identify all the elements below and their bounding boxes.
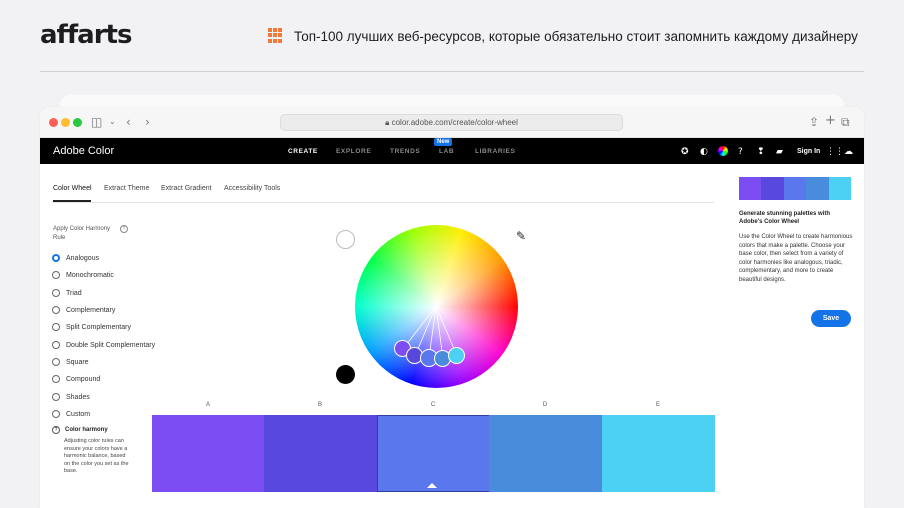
chat-icon[interactable]: ▰ bbox=[776, 147, 783, 157]
tabs-overview-icon[interactable]: ⧉ bbox=[841, 115, 850, 130]
panel-title: Generate stunning palettes with Adobe's … bbox=[739, 211, 831, 225]
feedback-icon[interactable]: ❢ bbox=[757, 147, 765, 157]
harmony-rule-title: Apply Color Harmony Rule bbox=[53, 226, 111, 241]
radio-icon[interactable] bbox=[52, 341, 60, 349]
swatch-label-d: D bbox=[542, 402, 548, 408]
nav-create[interactable]: CREATE bbox=[288, 148, 318, 155]
harmony-option-monochromatic[interactable]: Monochromatic bbox=[52, 269, 114, 281]
question-icon: ? bbox=[52, 426, 60, 434]
brightness-light-handle[interactable] bbox=[336, 230, 355, 249]
harmony-option-custom[interactable]: Custom bbox=[52, 408, 90, 420]
new-badge: New bbox=[434, 138, 453, 146]
share-icon[interactable]: ⇪ bbox=[809, 115, 819, 129]
harmony-option-shades[interactable]: Shades bbox=[52, 391, 90, 403]
chevron-down-icon[interactable]: ⌄ bbox=[109, 117, 116, 126]
harmony-option-compound[interactable]: Compound bbox=[52, 373, 100, 385]
save-button[interactable]: Save bbox=[811, 310, 851, 327]
swatch-c[interactable] bbox=[377, 415, 490, 492]
radio-icon[interactable] bbox=[52, 358, 60, 366]
radio-icon[interactable] bbox=[52, 271, 60, 279]
article-headline: Топ-100 лучших веб-ресурсов, которые обя… bbox=[294, 29, 858, 44]
forward-arrow-icon[interactable]: › bbox=[145, 115, 150, 129]
nav-explore[interactable]: EXPLORE bbox=[336, 148, 371, 155]
swatch-a[interactable] bbox=[152, 415, 265, 492]
url-text: color.adobe.com/create/color-wheel bbox=[391, 118, 518, 127]
help-icon[interactable]: ? bbox=[738, 147, 743, 157]
header-divider bbox=[40, 71, 864, 72]
harmony-option-complementary[interactable]: Complementary bbox=[52, 304, 115, 316]
preview-swatch bbox=[783, 177, 807, 200]
radio-icon[interactable] bbox=[52, 393, 60, 401]
swatch-label-e: E bbox=[655, 402, 660, 408]
harmony-option-triad[interactable]: Triad bbox=[52, 287, 82, 299]
swatch-d[interactable] bbox=[489, 415, 602, 492]
preview-swatch bbox=[828, 177, 852, 200]
browser-window: ◫ ⌄ ‹ › 🔒︎ color.adobe.com/create/color-… bbox=[40, 107, 864, 508]
radio-icon[interactable] bbox=[52, 410, 60, 418]
creative-cloud-icon[interactable]: ☁ bbox=[844, 147, 853, 157]
preview-swatch bbox=[739, 177, 762, 200]
apps-grid-icon[interactable]: ⋮⋮ bbox=[826, 147, 844, 157]
panel-description: Use the Color Wheel to create harmonious… bbox=[739, 234, 853, 283]
swatch-label-b: B bbox=[317, 402, 322, 408]
close-window-button[interactable] bbox=[49, 118, 58, 127]
app-navbar: Adobe Color CREATE EXPLORE TRENDS New LA… bbox=[40, 138, 864, 164]
theme-icon[interactable]: ✪ bbox=[681, 147, 689, 157]
sign-in-link[interactable]: Sign In bbox=[797, 148, 820, 155]
new-tab-icon[interactable]: + bbox=[825, 113, 836, 128]
grid-icon bbox=[268, 28, 283, 43]
harmony-option-square[interactable]: Square bbox=[52, 356, 89, 368]
base-color-indicator bbox=[427, 483, 437, 488]
tab-extract-theme[interactable]: Extract Theme bbox=[104, 185, 149, 192]
app-title[interactable]: Adobe Color bbox=[53, 145, 114, 157]
palette-preview bbox=[739, 177, 852, 200]
back-arrow-icon[interactable]: ‹ bbox=[126, 115, 131, 129]
preview-swatch bbox=[806, 177, 829, 200]
eyedropper-icon[interactable]: ✎ bbox=[516, 229, 526, 243]
minimize-window-button[interactable] bbox=[61, 118, 70, 127]
radio-icon[interactable] bbox=[52, 289, 60, 297]
harmony-option-analogous[interactable]: Analogous bbox=[52, 252, 99, 264]
tabs-divider bbox=[53, 202, 714, 203]
nav-lab[interactable]: LAB bbox=[439, 148, 454, 155]
swatch-e[interactable] bbox=[602, 415, 715, 492]
tab-extract-gradient[interactable]: Extract Gradient bbox=[161, 185, 212, 192]
info-icon[interactable]: ? bbox=[120, 225, 128, 233]
browser-toolbar: ◫ ⌄ ‹ › 🔒︎ color.adobe.com/create/color-… bbox=[40, 107, 864, 138]
radio-icon[interactable] bbox=[52, 323, 60, 331]
harmony-option-double-split-complementary[interactable]: Double Split Complementary bbox=[52, 339, 155, 351]
tab-accessibility-tools[interactable]: Accessibility Tools bbox=[224, 185, 280, 192]
color-wheel-icon[interactable] bbox=[718, 146, 728, 156]
sidebar-toggle-icon[interactable]: ◫ bbox=[91, 115, 102, 129]
swatch-b[interactable] bbox=[264, 415, 377, 492]
color-harmony-heading: Color harmony bbox=[65, 427, 108, 433]
tab-color-wheel[interactable]: Color Wheel bbox=[53, 185, 92, 192]
radio-checked-icon[interactable] bbox=[52, 254, 60, 262]
color-harmony-description: Adjusting color rules can ensure your co… bbox=[64, 438, 129, 474]
brightness-dark-handle[interactable] bbox=[336, 365, 355, 384]
nav-trends[interactable]: TRENDS bbox=[390, 148, 420, 155]
preview-swatch bbox=[761, 177, 784, 200]
swatch-label-c: C bbox=[430, 402, 436, 408]
radio-icon[interactable] bbox=[52, 306, 60, 314]
radio-icon[interactable] bbox=[52, 375, 60, 383]
contrast-icon[interactable]: ◐ bbox=[700, 147, 708, 157]
harmony-option-split-complementary[interactable]: Split Complementary bbox=[52, 321, 131, 333]
address-bar[interactable]: 🔒︎ color.adobe.com/create/color-wheel bbox=[280, 114, 623, 131]
nav-libraries[interactable]: LIBRARIES bbox=[475, 148, 515, 155]
color-handle-e[interactable] bbox=[448, 347, 465, 364]
affarts-logo[interactable]: affarts bbox=[40, 20, 132, 50]
maximize-window-button[interactable] bbox=[73, 118, 82, 127]
swatch-label-a: A bbox=[205, 402, 210, 408]
